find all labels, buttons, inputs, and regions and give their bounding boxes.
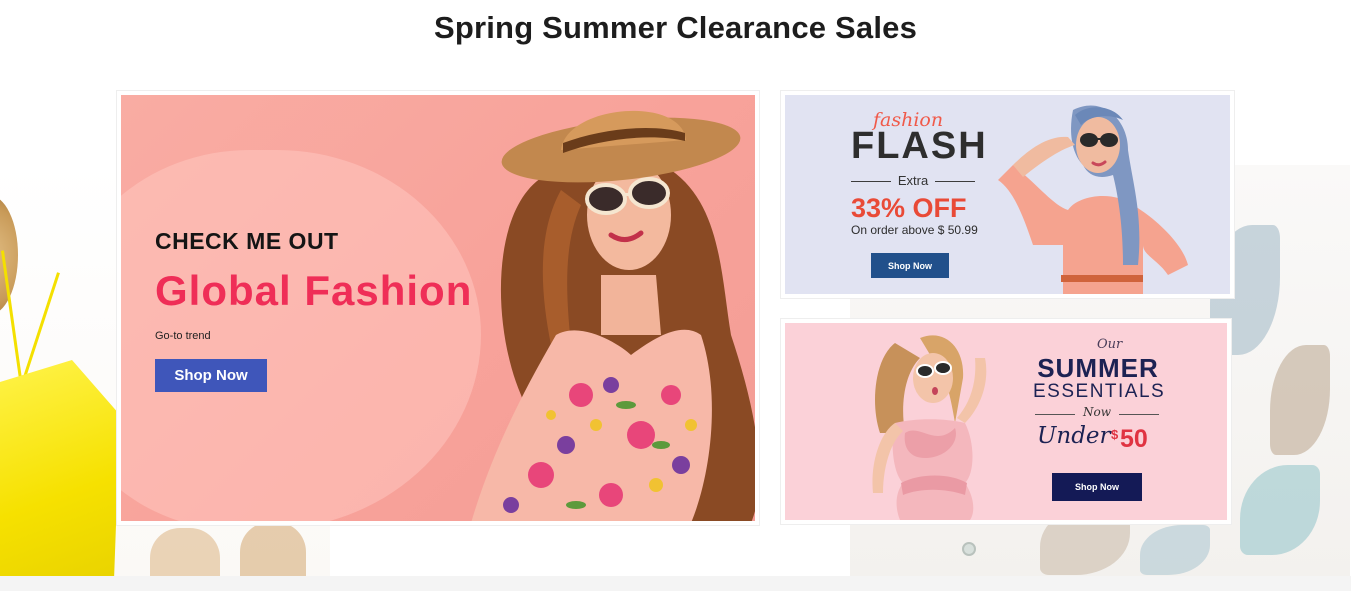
summer-essentials-banner-inner: Our SUMMER ESSENTIALS Now Under $ 50 Sho…	[785, 323, 1227, 520]
banner-kicker: CHECK ME OUT	[155, 228, 339, 254]
button-decoration	[962, 542, 976, 556]
banner-title: Global Fashion	[155, 267, 473, 314]
now-label: Now	[1083, 405, 1111, 419]
leaf-pattern-decoration	[1270, 345, 1330, 455]
order-condition: On order above $ 50.99	[851, 223, 978, 237]
summer-essentials-banner[interactable]: Our SUMMER ESSENTIALS Now Under $ 50 Sho…	[780, 318, 1232, 525]
discount-label: 33% OFF	[851, 193, 967, 223]
global-fashion-banner-inner: CHECK ME OUT Global Fashion Go-to trend …	[121, 95, 755, 521]
bottom-divider	[0, 576, 1351, 591]
promo-page: Spring Summer Clearance Sales CHECK ME O…	[0, 0, 1351, 591]
fashion-flash-banner-inner: fashion FLASH Extra 33% OFF On order abo…	[785, 95, 1230, 294]
model-with-scarf-image	[998, 105, 1188, 294]
model-in-pink-dress-image	[872, 335, 987, 520]
model-in-hat-image	[471, 110, 755, 521]
global-fashion-shop-now-button[interactable]: Shop Now	[155, 359, 267, 392]
price-value: 50	[1120, 425, 1148, 453]
under-label: Under	[1037, 423, 1111, 449]
our-label: Our	[1097, 337, 1123, 352]
section-title: Spring Summer Clearance Sales	[433, 10, 918, 45]
fashion-flash-banner[interactable]: fashion FLASH Extra 33% OFF On order abo…	[780, 90, 1235, 299]
summer-headline: SUMMER	[1037, 353, 1159, 383]
leaf-pattern-decoration	[1140, 525, 1210, 575]
banner-subtitle: Go-to trend	[155, 330, 211, 342]
flash-headline: FLASH	[851, 125, 988, 167]
sandal-decoration	[150, 528, 220, 578]
currency-symbol: $	[1111, 427, 1119, 442]
sandal-decoration	[240, 522, 306, 578]
summer-essentials-shop-now-button[interactable]: Shop Now	[1052, 473, 1142, 501]
extra-label: Extra	[897, 173, 929, 188]
fashion-flash-shop-now-button[interactable]: Shop Now	[871, 253, 949, 278]
leaf-pattern-decoration	[1240, 465, 1320, 555]
global-fashion-banner[interactable]: CHECK ME OUT Global Fashion Go-to trend …	[116, 90, 760, 526]
essentials-headline: ESSENTIALS	[1033, 381, 1166, 402]
